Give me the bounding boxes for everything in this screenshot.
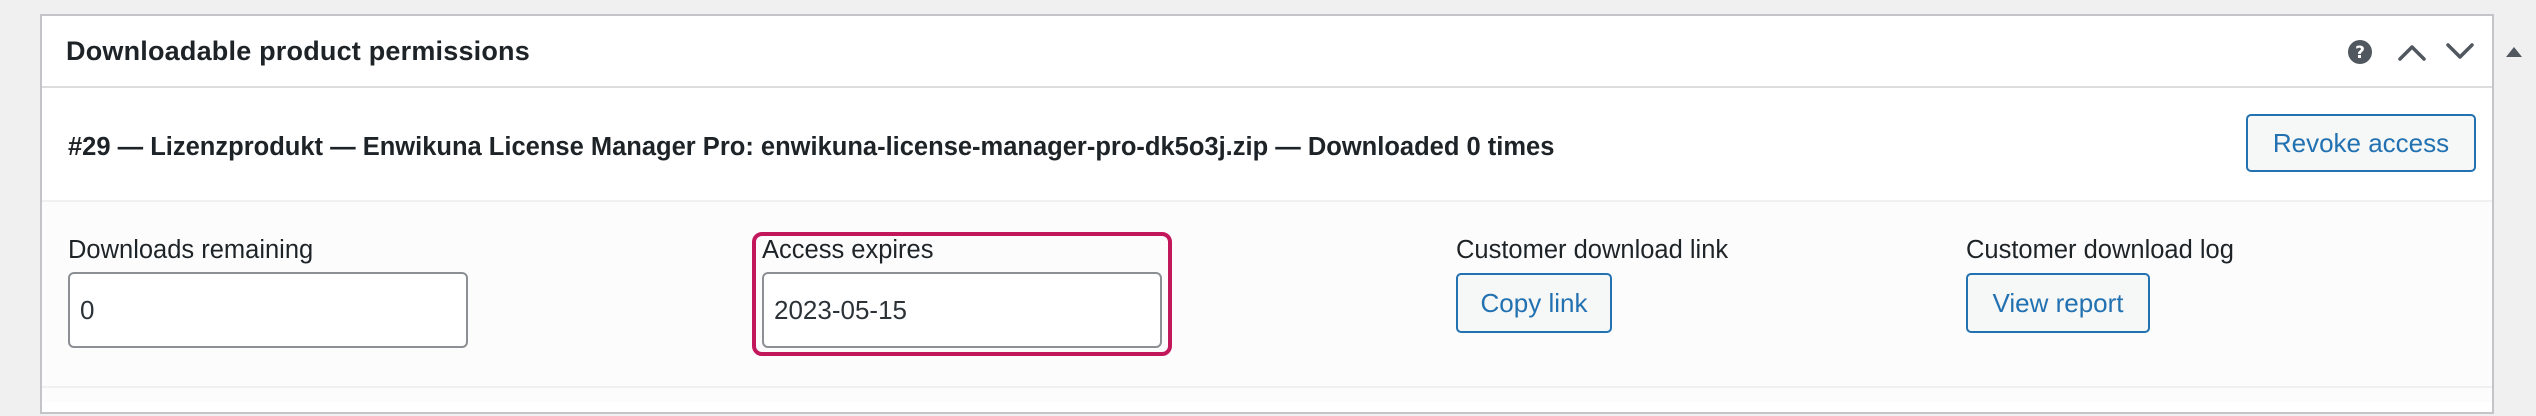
downloads-remaining-label: Downloads remaining (68, 236, 314, 264)
revoke-access-button[interactable]: Revoke access (2246, 114, 2476, 172)
help-icon[interactable]: ? (2342, 34, 2378, 70)
move-down-icon[interactable] (2440, 34, 2480, 70)
downloads-remaining-input[interactable]: 0 (68, 272, 468, 348)
customer-download-log-label: Customer download log (1966, 236, 2234, 264)
downloadable-permissions-metabox: Downloadable product permissions ? #29 —… (40, 14, 2522, 416)
download-permission-item: #29 — Lizenzprodukt — Enwikuna License M… (42, 88, 2492, 416)
svg-text:?: ? (2355, 43, 2365, 63)
metabox-header: Downloadable product permissions ? (42, 16, 2522, 88)
permission-divider (42, 386, 2492, 388)
view-report-button[interactable]: View report (1966, 273, 2150, 333)
metabox-title: Downloadable product permissions (66, 36, 530, 66)
copy-link-button[interactable]: Copy link (1456, 273, 1612, 333)
permission-title-bar: #29 — Lizenzprodukt — Enwikuna License M… (42, 88, 2492, 202)
customer-download-link-label: Customer download link (1456, 236, 1729, 264)
toggle-panel-icon[interactable] (2496, 34, 2532, 70)
permission-title: #29 — Lizenzprodukt — Enwikuna License M… (68, 133, 1555, 161)
move-up-icon[interactable] (2392, 34, 2432, 70)
access-expires-input[interactable]: 2023-05-15 (762, 272, 1162, 348)
permission-details: Downloads remaining 0 Access expires 202… (42, 202, 2492, 402)
access-expires-label: Access expires (762, 236, 934, 264)
